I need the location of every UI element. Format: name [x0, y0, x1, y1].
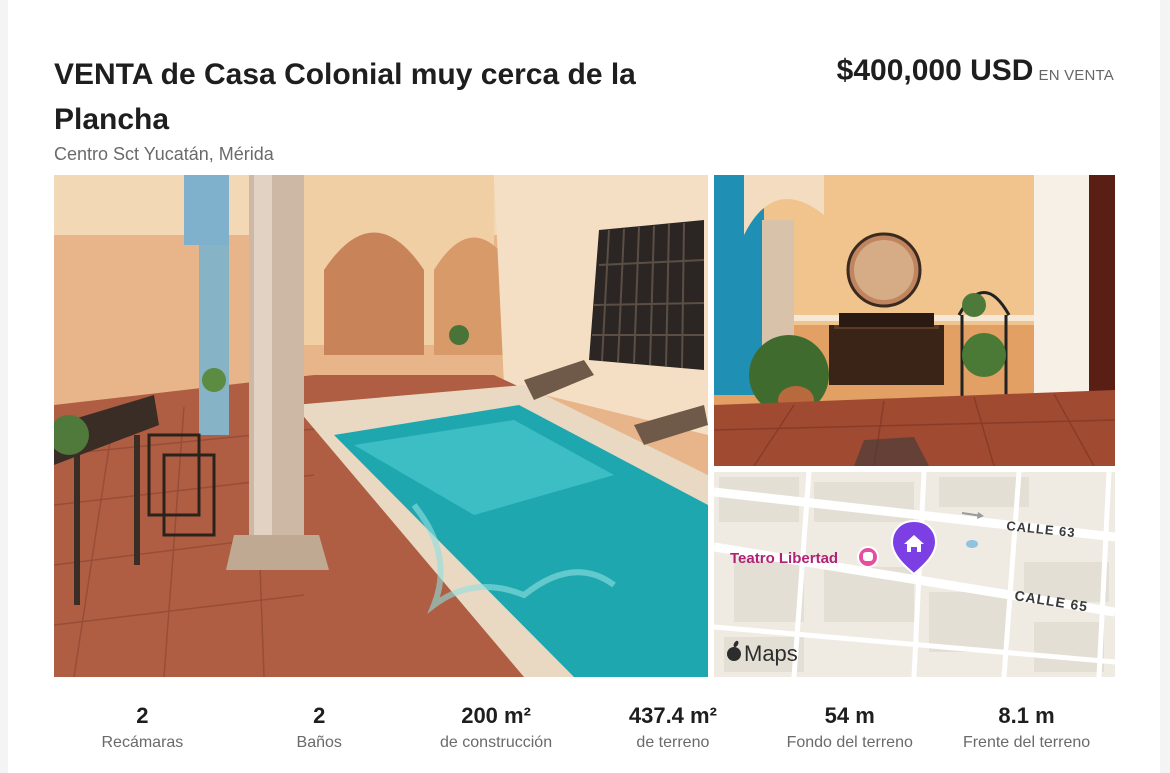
stat-value: 200 m²	[461, 703, 531, 728]
stat-label: de construcción	[440, 734, 553, 751]
location-map[interactable]: CALLE 63 CALLE 65 Teatro Libertad Maps	[714, 472, 1115, 677]
svg-text:Maps: Maps	[744, 641, 798, 666]
entry-hall-photo[interactable]	[714, 175, 1115, 466]
stat-value: 437.4 m²	[628, 703, 717, 728]
stat-bedrooms: 2 Recámaras	[54, 700, 231, 766]
stat-label: de terreno	[636, 734, 710, 751]
stat-label: Recámaras	[101, 734, 184, 751]
stat-lot-frontage: 8.1 m Frente del terreno	[938, 700, 1115, 766]
poi-teatro-libertad[interactable]: Teatro Libertad	[730, 550, 838, 567]
listing-title: VENTA de Casa Colonial muy cerca de la P…	[54, 58, 636, 136]
theater-icon	[857, 546, 879, 568]
listing-status: EN VENTA	[1038, 67, 1114, 84]
stat-value: 2	[136, 703, 149, 728]
property-stats: 2 Recámaras 2 Baños 200 m² de construcci…	[54, 700, 1115, 766]
stat-label: Baños	[296, 734, 342, 751]
stat-lot-area: 437.4 m² de terreno	[584, 700, 761, 766]
stat-label: Fondo del terreno	[786, 734, 913, 751]
listing-card: VENTA de Casa Colonial muy cerca de la P…	[8, 0, 1160, 773]
stat-bathrooms: 2 Baños	[231, 700, 408, 766]
stat-value: 8.1 m	[998, 703, 1055, 728]
stat-built-area: 200 m² de construcción	[408, 700, 585, 766]
listing-price: $400,000 USD	[836, 54, 1034, 87]
stat-value: 2	[313, 703, 326, 728]
stat-value: 54 m	[824, 703, 875, 728]
stat-lot-depth: 54 m Fondo del terreno	[761, 700, 938, 766]
patio-pool-photo[interactable]	[54, 175, 708, 677]
listing-location: Centro Sct Yucatán, Mérida	[54, 144, 274, 164]
stat-label: Frente del terreno	[962, 734, 1091, 751]
price-block: $400,000 USD EN VENTA	[837, 54, 1114, 88]
